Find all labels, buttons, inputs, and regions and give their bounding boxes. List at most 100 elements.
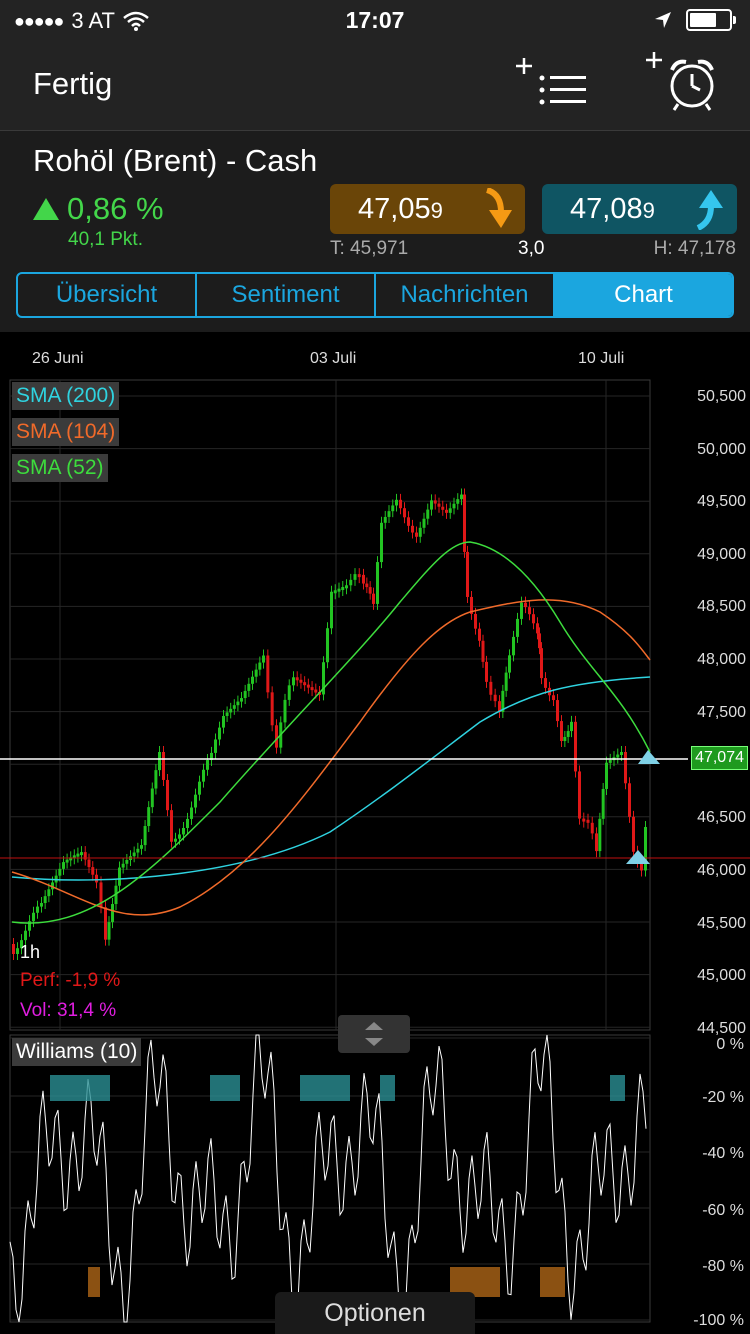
candle-body [505, 673, 508, 691]
candle-body [466, 552, 469, 597]
resize-handle[interactable] [338, 1015, 410, 1053]
change-percent-value: 0,86 % [67, 191, 164, 227]
price-chart[interactable] [0, 332, 750, 1334]
candle-body [229, 709, 232, 713]
legend-sma52[interactable]: SMA (52) [12, 454, 108, 482]
candle-body [388, 511, 391, 517]
y-label: 45,500 [697, 915, 746, 933]
change-percent: 0,86 % [33, 191, 164, 227]
candle-body [330, 592, 333, 628]
candle-body [292, 677, 295, 685]
candle-body [255, 670, 258, 677]
williams-label[interactable]: Williams (10) [12, 1038, 141, 1066]
candle-body [271, 692, 274, 725]
status-bar: ●●●●● 3 AT 17:07 [0, 0, 750, 40]
overbought-zone [300, 1075, 350, 1101]
tab-sentiment[interactable]: Sentiment [197, 274, 376, 316]
williams-level: -80 % [702, 1258, 744, 1276]
candle-body [66, 860, 69, 863]
candle-body [170, 810, 173, 842]
candle-body [598, 819, 601, 851]
williams-level: -100 % [693, 1312, 744, 1330]
candle-body [240, 698, 243, 702]
overbought-zone [50, 1075, 110, 1101]
candle-body [262, 656, 265, 663]
timeframe-label[interactable]: 1h [20, 942, 40, 963]
candle-body [349, 580, 352, 585]
candle-body [233, 705, 236, 709]
tab-overview[interactable]: Übersicht [18, 274, 197, 316]
candle-body [80, 852, 83, 855]
change-points: 40,1 Pkt. [68, 229, 143, 251]
candle-body [198, 782, 201, 795]
legend-sma104[interactable]: SMA (104) [12, 418, 119, 446]
candle-body [508, 655, 511, 672]
add-alarm-icon[interactable] [642, 52, 722, 114]
candle-body [88, 860, 91, 868]
y-label: 48,000 [697, 651, 746, 669]
clock: 17:07 [0, 7, 750, 34]
williams-level: -20 % [702, 1089, 744, 1107]
nav-bar: Fertig [0, 40, 750, 131]
williams-level: 0 % [716, 1036, 744, 1054]
candle-body [147, 807, 150, 826]
oversold-zone [540, 1267, 565, 1297]
oversold-zone [88, 1267, 100, 1297]
done-button[interactable]: Fertig [33, 66, 112, 102]
candle-body [563, 737, 566, 741]
add-watchlist-icon[interactable] [512, 58, 590, 112]
candle-body [345, 585, 348, 588]
performance-label: Perf: -1,9 % [20, 970, 120, 992]
candle-body [609, 760, 612, 763]
candle-body [178, 834, 181, 838]
candle-body [341, 587, 344, 590]
candle-body [423, 519, 426, 528]
candle-body [111, 904, 114, 922]
candle-body [426, 510, 429, 519]
overbought-zone [210, 1075, 240, 1101]
candle-body [244, 691, 247, 698]
candle-body [162, 752, 165, 780]
candle-body [202, 770, 205, 782]
candle-body [605, 763, 608, 789]
candle-body [251, 677, 254, 684]
candle-body [284, 700, 287, 722]
y-label: 45,000 [697, 967, 746, 985]
candle-body [222, 716, 225, 728]
overbought-zone [380, 1075, 395, 1101]
candle-body [395, 500, 398, 506]
y-label: 48,500 [697, 598, 746, 616]
candle-body [125, 860, 128, 864]
y-label: 49,500 [697, 493, 746, 511]
sma104-line [12, 600, 650, 915]
legend-sma200[interactable]: SMA (200) [12, 382, 119, 410]
options-button[interactable]: Optionen [275, 1292, 475, 1334]
candle-body [632, 817, 635, 852]
sell-price: 47,05 [358, 193, 431, 225]
buy-button[interactable]: 47,089 [542, 184, 737, 234]
candle-body [214, 739, 217, 752]
sell-price-pip: 9 [431, 198, 443, 223]
candle-body [95, 875, 98, 883]
sell-button[interactable]: 47,059 [330, 184, 525, 234]
candle-body [166, 780, 169, 810]
tab-chart[interactable]: Chart [555, 274, 732, 316]
y-label: 50,000 [697, 441, 746, 459]
current-price-tag: 47,074 [691, 746, 748, 770]
candle-body [616, 755, 619, 758]
candle-body [485, 662, 488, 682]
candle-body [334, 590, 337, 593]
instrument-header: Rohöl (Brent) - Cash 0,86 % 40,1 Pkt. 47… [0, 131, 750, 332]
candle-body [108, 922, 111, 940]
candle-body [552, 695, 555, 700]
candle-body [275, 725, 278, 747]
low-price: T: 45,971 [330, 238, 408, 260]
candle-body [489, 682, 492, 695]
candle-body [122, 864, 125, 868]
chart-area[interactable]: 26 Juni 03 Juli 10 Juli SMA (200) SMA (1… [0, 332, 750, 1334]
tab-news[interactable]: Nachrichten [376, 274, 555, 316]
candle-body [140, 845, 143, 849]
candle-body [445, 510, 448, 513]
high-price: H: 47,178 [654, 238, 736, 260]
candle-body [362, 575, 365, 584]
